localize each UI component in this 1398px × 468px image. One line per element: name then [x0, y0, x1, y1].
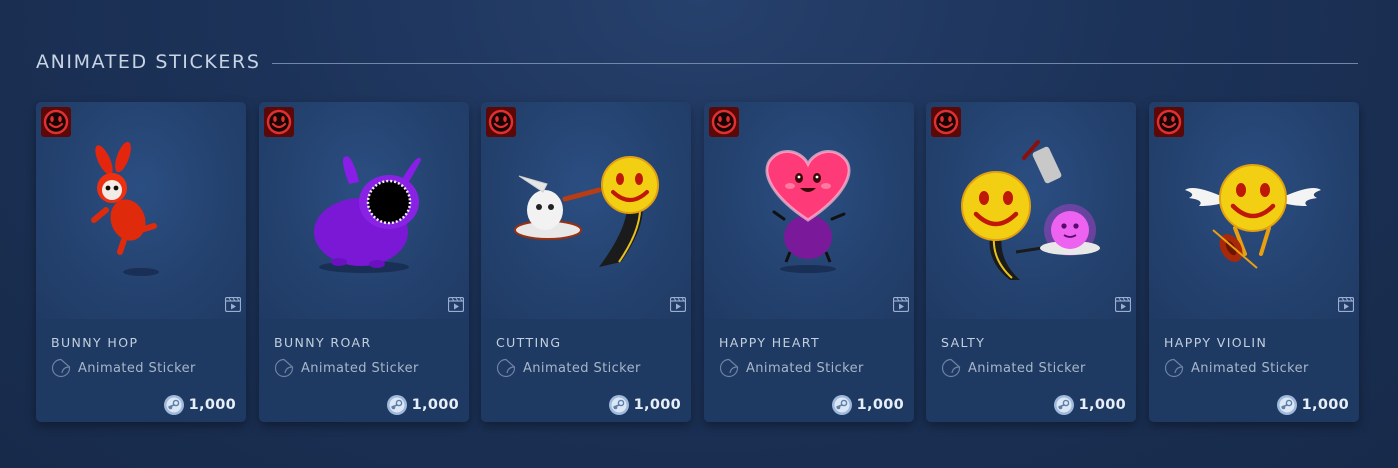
price: 1,000 [608, 394, 681, 416]
sticker-type: Animated Sticker [1164, 358, 1309, 378]
sticker-card-happy-violin[interactable]: HAPPY VIOLIN Animated Sticker 1,000 [1149, 102, 1359, 422]
price: 1,000 [386, 394, 459, 416]
sticker-type: Animated Sticker [274, 358, 419, 378]
price: 1,000 [831, 394, 904, 416]
price: 1,000 [1053, 394, 1126, 416]
sticker-type: Animated Sticker [51, 358, 196, 378]
sticker-name: CUTTING [496, 335, 562, 350]
sticker-preview[interactable] [704, 102, 914, 319]
video-icon [225, 297, 241, 312]
video-icon [670, 297, 686, 312]
steam-points-icon [1053, 395, 1074, 415]
price: 1,000 [163, 394, 236, 416]
sticker-card-salty[interactable]: SALTY Animated Sticker 1,000 [926, 102, 1136, 422]
sticker-type-icon [941, 358, 961, 378]
steam-points-icon [831, 395, 852, 415]
sticker-type-icon [719, 358, 739, 378]
sticker-card-happy-heart[interactable]: HAPPY HEART Animated Sticker 1,000 [704, 102, 914, 422]
animated-badge-icon [486, 107, 516, 137]
steam-points-icon [608, 395, 629, 415]
card-info: CUTTING Animated Sticker 1,000 [481, 319, 691, 422]
steam-points-icon [1276, 395, 1297, 415]
section-title: ANIMATED STICKERS [36, 51, 261, 73]
sticker-card-cutting[interactable]: CUTTING Animated Sticker 1,000 [481, 102, 691, 422]
sticker-card-bunny-roar[interactable]: BUNNY ROAR Animated Sticker 1,000 [259, 102, 469, 422]
animated-badge-icon [1154, 107, 1184, 137]
video-icon [448, 297, 464, 312]
animated-badge-icon [41, 107, 71, 137]
sticker-name: HAPPY VIOLIN [1164, 335, 1268, 350]
animated-badge-icon [931, 107, 961, 137]
sticker-preview[interactable] [926, 102, 1136, 319]
video-icon [1338, 297, 1354, 312]
animated-badge-icon [709, 107, 739, 137]
sticker-type-icon [496, 358, 516, 378]
steam-points-icon [386, 395, 407, 415]
sticker-preview[interactable] [36, 102, 246, 319]
sticker-type: Animated Sticker [719, 358, 864, 378]
sticker-name: HAPPY HEART [719, 335, 821, 350]
video-icon [893, 297, 909, 312]
sticker-type-icon [51, 358, 71, 378]
sticker-preview[interactable] [481, 102, 691, 319]
section-header: ANIMATED STICKERS [36, 51, 1358, 73]
sticker-name: SALTY [941, 335, 986, 350]
animated-badge-icon [264, 107, 294, 137]
steam-points-icon [163, 395, 184, 415]
sticker-card-bunny-hop[interactable]: BUNNY HOP Animated Sticker 1,000 [36, 102, 246, 422]
sticker-type-icon [274, 358, 294, 378]
sticker-type-icon [1164, 358, 1184, 378]
sticker-preview[interactable] [259, 102, 469, 319]
sticker-type: Animated Sticker [496, 358, 641, 378]
sticker-preview[interactable] [1149, 102, 1359, 319]
price: 1,000 [1276, 394, 1349, 416]
sticker-name: BUNNY HOP [51, 335, 139, 350]
section-divider [272, 62, 1358, 64]
sticker-name: BUNNY ROAR [274, 335, 372, 350]
card-info: SALTY Animated Sticker 1,000 [926, 319, 1136, 422]
video-icon [1115, 297, 1131, 312]
card-info: HAPPY HEART Animated Sticker 1,000 [704, 319, 914, 422]
card-info: HAPPY VIOLIN Animated Sticker 1,000 [1149, 319, 1359, 422]
card-info: BUNNY HOP Animated Sticker 1,000 [36, 319, 246, 422]
card-info: BUNNY ROAR Animated Sticker 1,000 [259, 319, 469, 422]
sticker-type: Animated Sticker [941, 358, 1086, 378]
